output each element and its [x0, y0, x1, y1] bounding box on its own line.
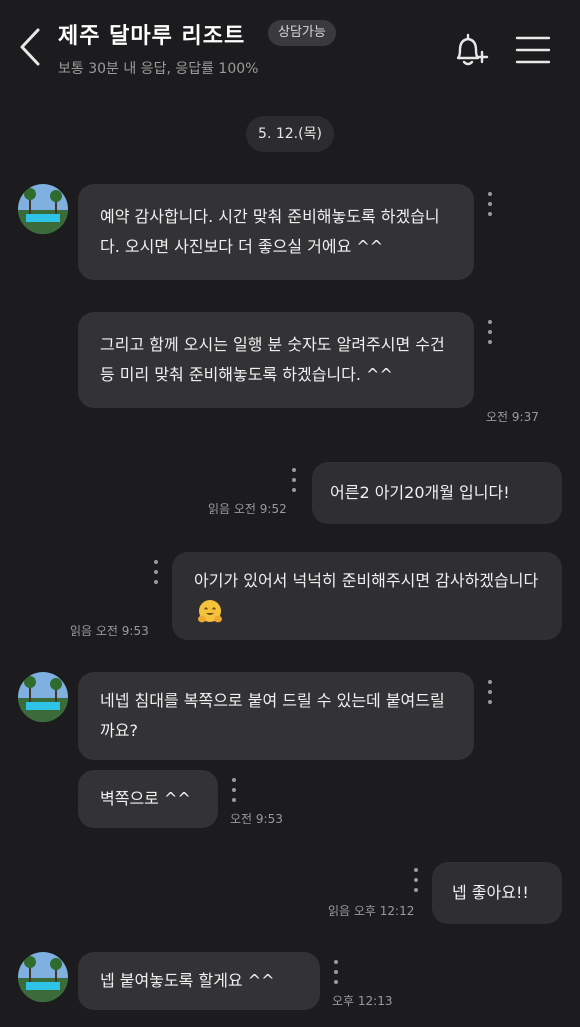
- menu-button[interactable]: [514, 34, 552, 66]
- message-text: 어른2 아기20개월 입니다!: [330, 483, 510, 502]
- message-text: 아기가 있어서 넉넉히 준비해주시면 감사하겠습니다: [194, 571, 539, 590]
- message-text: 넵 붙여놓도록 할게요 ^^: [100, 971, 275, 990]
- more-options-icon[interactable]: [332, 960, 340, 984]
- message-time: 오전 9:37: [486, 410, 539, 424]
- message-read-time: 읽음 오전 9:52: [208, 502, 287, 516]
- message-bubble[interactable]: 어른2 아기20개월 입니다!: [312, 462, 562, 524]
- response-rate-text: 보통 30분 내 응답, 응답률 100%: [58, 61, 259, 77]
- more-options-icon[interactable]: [486, 192, 494, 216]
- back-button[interactable]: [14, 26, 50, 68]
- hugging-face-emoji: [198, 599, 222, 622]
- avatar[interactable]: [18, 672, 68, 722]
- bell-plus-icon: [456, 33, 489, 66]
- resort-pool-avatar-image: [18, 952, 68, 1002]
- message-text: 예약 감사합니다. 시간 맞춰 준비해놓도록 하겠습니다. 오시면 사진보다 더…: [100, 207, 440, 256]
- more-options-icon[interactable]: [486, 680, 494, 704]
- resort-pool-avatar-image: [18, 184, 68, 234]
- message-read-time: 읽음 오후 12:12: [328, 904, 415, 918]
- avatar[interactable]: [18, 952, 68, 1002]
- more-options-icon[interactable]: [230, 778, 238, 802]
- more-options-icon[interactable]: [412, 868, 420, 892]
- message-text: 그리고 함께 오시는 일행 분 숫자도 알려주시면 수건 등 미리 맞춰 준비해…: [100, 335, 445, 384]
- message-bubble[interactable]: 네넵 침대를 복쪽으로 붙여 드릴 수 있는데 붙여드릴까요?: [78, 672, 474, 760]
- date-divider: 5. 12.(목): [246, 116, 334, 152]
- message-read-time: 읽음 오전 9:53: [70, 624, 149, 638]
- chat-header: 제주 달마루 리조트 상담가능 보통 30분 내 응답, 응답률 100%: [0, 0, 580, 100]
- message-text: 벽쪽으로 ^^: [100, 789, 191, 808]
- message-bubble[interactable]: 넵 좋아요!!: [432, 862, 562, 924]
- avatar[interactable]: [18, 184, 68, 234]
- message-time: 오전 9:53: [230, 812, 283, 826]
- notification-button[interactable]: [450, 30, 490, 70]
- message-bubble[interactable]: 아기가 있어서 넉넉히 준비해주시면 감사하겠습니다: [172, 552, 562, 640]
- resort-pool-avatar-image: [18, 672, 68, 722]
- hamburger-menu-icon: [515, 36, 551, 64]
- status-badge: 상담가능: [268, 20, 336, 46]
- more-options-icon[interactable]: [486, 320, 494, 344]
- message-time: 오후 12:13: [332, 994, 393, 1008]
- message-bubble[interactable]: 그리고 함께 오시는 일행 분 숫자도 알려주시면 수건 등 미리 맞춰 준비해…: [78, 312, 474, 408]
- message-bubble[interactable]: 넵 붙여놓도록 할게요 ^^: [78, 952, 320, 1010]
- message-bubble[interactable]: 예약 감사합니다. 시간 맞춰 준비해놓도록 하겠습니다. 오시면 사진보다 더…: [78, 184, 474, 280]
- more-options-icon[interactable]: [290, 468, 298, 492]
- chevron-left-icon: [20, 28, 40, 66]
- message-text: 넵 좋아요!!: [452, 883, 529, 902]
- chat-title: 제주 달마루 리조트: [58, 24, 246, 49]
- message-text: 네넵 침대를 복쪽으로 붙여 드릴 수 있는데 붙여드릴까요?: [100, 691, 445, 740]
- message-bubble[interactable]: 벽쪽으로 ^^: [78, 770, 218, 828]
- more-options-icon[interactable]: [152, 560, 160, 584]
